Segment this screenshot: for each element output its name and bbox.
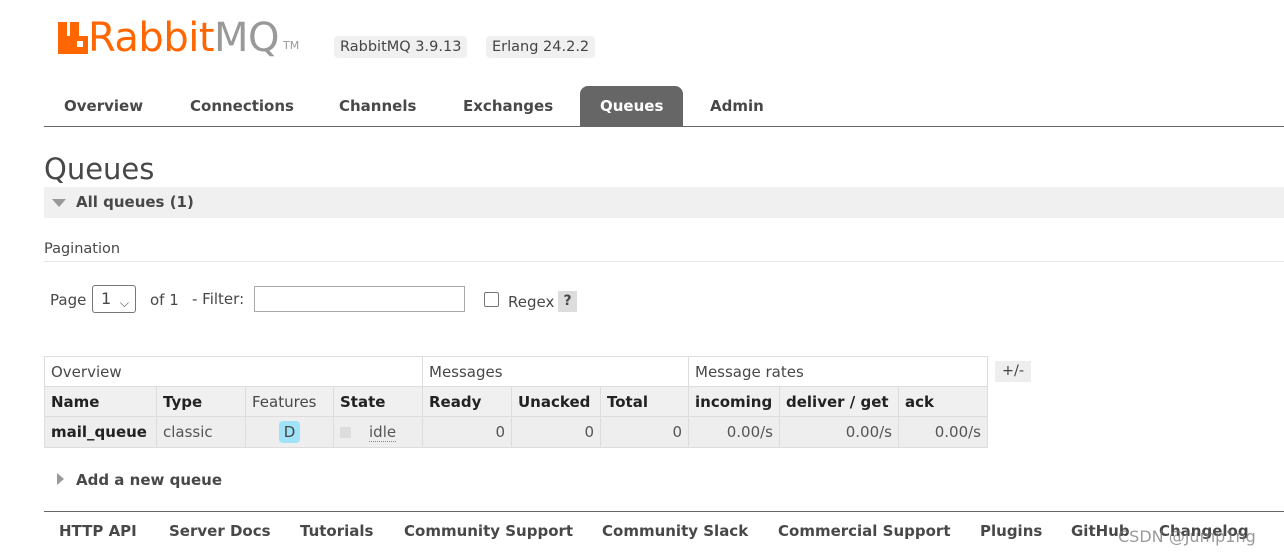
expand-triangle-icon [57, 473, 64, 485]
queue-ready-count: 0 [422, 416, 512, 448]
column-header-ack[interactable]: ack [898, 386, 988, 417]
pagination-divider [44, 261, 1284, 262]
column-header-unacked[interactable]: Unacked [511, 386, 601, 417]
footer-link-tutorials[interactable]: Tutorials [300, 522, 373, 540]
column-header-state[interactable]: State [333, 386, 423, 417]
csdn-watermark: CSDN @Jump1ng [1118, 527, 1256, 546]
rabbitmq-version-badge: RabbitMQ 3.9.13 [334, 36, 468, 58]
state-indicator-icon [340, 427, 351, 438]
queue-name-link[interactable]: mail_queue [44, 416, 157, 448]
footer-divider [44, 511, 1284, 512]
queue-type: classic [156, 416, 246, 448]
main-nav-tabs: Overview Connections Channels Exchanges … [44, 86, 1284, 127]
column-header-type[interactable]: Type [156, 386, 246, 417]
column-header-features: Features [245, 386, 334, 417]
column-header-deliver-get[interactable]: deliver / get [779, 386, 899, 417]
queue-state: idle [333, 416, 423, 448]
regex-label: Regex [508, 293, 555, 311]
group-header-message-rates: Message rates [688, 356, 988, 387]
queue-ack-rate: 0.00/s [898, 416, 988, 448]
filter-label: - Filter: [192, 290, 245, 308]
queues-table: Overview Messages Message rates Name Typ… [44, 356, 988, 448]
regex-checkbox[interactable] [484, 292, 499, 307]
queue-unacked-count: 0 [511, 416, 601, 448]
queue-incoming-rate: 0.00/s [688, 416, 780, 448]
page-count-label: of 1 [150, 291, 179, 309]
chevron-down-icon: ⌵ [119, 296, 129, 310]
footer-link-http-api[interactable]: HTTP API [59, 522, 137, 540]
column-header-ready[interactable]: Ready [422, 386, 512, 417]
page-select-value: 1 [101, 289, 112, 308]
erlang-version-badge: Erlang 24.2.2 [486, 36, 596, 58]
add-new-queue-toggle[interactable]: Add a new queue [76, 471, 222, 489]
footer-link-community-slack[interactable]: Community Slack [602, 522, 748, 540]
durable-feature-badge: D [278, 421, 301, 443]
collapse-triangle-icon [52, 199, 66, 207]
tab-overview[interactable]: Overview [44, 86, 163, 126]
footer-link-commercial-support[interactable]: Commercial Support [778, 522, 951, 540]
column-header-incoming[interactable]: incoming [688, 386, 780, 417]
queue-state-label: idle [369, 423, 397, 442]
table-row[interactable]: mail_queue classic D idle 0 0 0 0.00/s 0… [44, 416, 988, 448]
queue-total-count: 0 [600, 416, 689, 448]
queue-features: D [245, 416, 334, 448]
tab-connections[interactable]: Connections [170, 86, 314, 126]
tab-channels[interactable]: Channels [319, 86, 436, 126]
regex-help-button[interactable]: ? [558, 291, 577, 312]
tab-admin[interactable]: Admin [690, 86, 784, 126]
queue-deliver-get-rate: 0.00/s [779, 416, 899, 448]
footer-link-community-support[interactable]: Community Support [404, 522, 573, 540]
page-label: Page [50, 291, 87, 309]
all-queues-label: All queues (1) [76, 193, 194, 211]
rabbitmq-logo-icon [58, 22, 88, 54]
footer-link-plugins[interactable]: Plugins [980, 522, 1042, 540]
page-select[interactable]: 1 ⌵ [92, 285, 136, 313]
column-toggle-button[interactable]: +/- [995, 361, 1031, 382]
logo-trademark: TM [283, 39, 300, 52]
all-queues-section-header[interactable]: All queues (1) [44, 187, 1284, 218]
group-header-overview: Overview [44, 356, 423, 387]
footer-link-server-docs[interactable]: Server Docs [169, 522, 271, 540]
tab-queues[interactable]: Queues [580, 86, 684, 126]
logo-text-rabbit: Rabbit [88, 15, 215, 61]
column-header-name[interactable]: Name [44, 386, 157, 417]
column-header-total[interactable]: Total [600, 386, 689, 417]
filter-input[interactable] [254, 286, 465, 312]
tab-exchanges[interactable]: Exchanges [443, 86, 573, 126]
group-header-messages: Messages [422, 356, 689, 387]
rabbitmq-logo: Rabbit MQ TM [58, 14, 299, 58]
page-title: Queues [44, 152, 155, 186]
pagination-title: Pagination [44, 241, 121, 257]
logo-text-mq: MQ [214, 15, 280, 61]
